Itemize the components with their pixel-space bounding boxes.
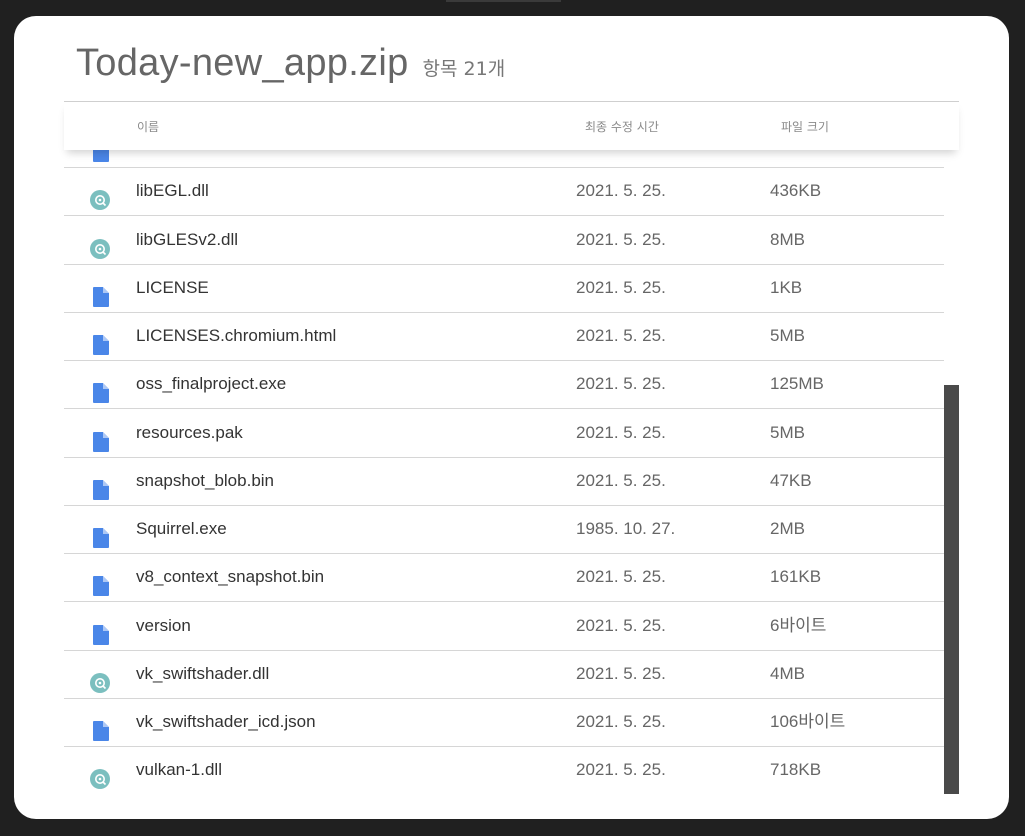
file-modified-date: 2021. 5. 25.	[576, 422, 666, 442]
window-top-edge	[446, 0, 561, 2]
file-name: Squirrel.exe	[136, 519, 227, 538]
file-name: libGLESv2.dll	[136, 229, 239, 249]
file-row[interactable]: resources.pak 2021. 5. 25. 5MB	[64, 409, 944, 458]
file-icon	[90, 149, 110, 167]
file-size: 8MB	[770, 229, 805, 249]
file-name: vk_swiftshader.dll	[136, 663, 270, 683]
file-modified-date: 2021. 5. 25.	[576, 374, 666, 394]
file-modified-date: 2021. 5. 25.	[576, 277, 666, 297]
file-modified-date: 2021. 5. 25.	[576, 326, 666, 345]
file-size: 436KB	[770, 181, 822, 201]
title-row: Today-new_app.zip 항목 21개	[76, 42, 505, 92]
file-size: 718KB	[770, 760, 822, 780]
file-modified-date: 2021. 5. 25.	[576, 712, 666, 731]
file-size: 6바이트	[770, 615, 827, 635]
file-size: 5MB	[770, 326, 805, 345]
file-icon	[90, 602, 110, 650]
file-row[interactable]: libGLESv2.dll 2021. 5. 25. 8MB	[64, 216, 944, 265]
file-icon	[90, 698, 110, 746]
file-size: 161KB	[770, 567, 822, 587]
column-modified-header[interactable]: 최종 수정 시간	[585, 118, 659, 135]
scrollbar-thumb[interactable]	[944, 385, 959, 794]
file-name: v8_context_snapshot.bin	[136, 567, 325, 587]
file-row[interactable]: LICENSE 2021. 5. 25. 1KB	[64, 264, 944, 313]
file-modified-date: 2021. 5. 25.	[576, 663, 666, 683]
file-row[interactable]: snapshot_blob.bin 2021. 5. 25. 47KB	[64, 457, 944, 506]
file-icon	[90, 505, 110, 553]
file-row[interactable]	[64, 149, 944, 168]
dll-icon	[90, 216, 110, 264]
item-count: 항목 21개	[422, 58, 506, 80]
dll-icon	[90, 167, 110, 215]
file-row[interactable]: vulkan-1.dll 2021. 5. 25. 718KB	[64, 746, 944, 794]
file-name: snapshot_blob.bin	[136, 470, 275, 490]
file-modified-date: 2021. 5. 25.	[576, 615, 666, 635]
file-name: oss_finalproject.exe	[136, 374, 287, 394]
file-name: LICENSES.chromium.html	[136, 326, 337, 345]
file-list: libEGL.dll 2021. 5. 25. 436KB libGLESv2.dll…	[64, 149, 944, 794]
file-name: LICENSE	[136, 277, 209, 297]
file-row[interactable]: libEGL.dll 2021. 5. 25. 436KB	[64, 167, 944, 217]
file-name: vk_swiftshader_icd.json	[136, 712, 316, 731]
file-modified-date: 2021. 5. 25.	[576, 181, 666, 201]
file-modified-date: 2021. 5. 25.	[576, 760, 666, 780]
file-icon	[90, 360, 110, 408]
file-row[interactable]: version 2021. 5. 25. 6바이트	[64, 602, 944, 651]
file-size: 125MB	[770, 374, 824, 394]
file-row[interactable]: vk_swiftshader_icd.json 2021. 5. 25. 106바이…	[64, 698, 944, 747]
file-size: 1KB	[770, 277, 803, 297]
file-row[interactable]: oss_finalproject.exe 2021. 5. 25. 125MB	[64, 360, 944, 410]
dll-icon	[90, 650, 110, 698]
file-modified-date: 2021. 5. 25.	[576, 567, 666, 587]
file-modified-date: 2021. 5. 25.	[576, 229, 666, 249]
file-icon	[90, 553, 110, 601]
file-modified-date: 1985. 10. 27.	[576, 519, 676, 538]
file-size: 2MB	[770, 519, 805, 538]
column-name-header[interactable]: 이름	[137, 118, 159, 135]
file-row[interactable]: Squirrel.exe 1985. 10. 27. 2MB	[64, 505, 944, 554]
file-size: 4MB	[770, 663, 805, 683]
file-icon	[90, 409, 110, 457]
file-name: version	[136, 615, 191, 635]
file-row[interactable]: v8_context_snapshot.bin 2021. 5. 25. 161KB	[64, 553, 944, 603]
file-size: 47KB	[770, 470, 812, 490]
column-size-header[interactable]: 파일 크기	[781, 118, 829, 135]
file-size: 5MB	[770, 422, 805, 442]
file-row[interactable]: LICENSES.chromium.html 2021. 5. 25. 5MB	[64, 312, 944, 361]
file-modified-date: 2021. 5. 25.	[576, 470, 666, 490]
file-icon	[90, 457, 110, 505]
file-icon	[90, 264, 110, 312]
zip-viewer-dialog: Today-new_app.zip 항목 21개 이름 최종 수정 시간 파일 …	[14, 16, 1009, 819]
file-icon	[90, 312, 110, 360]
dll-icon	[90, 746, 110, 794]
file-row[interactable]: vk_swiftshader.dll 2021. 5. 25. 4MB	[64, 650, 944, 699]
file-name: resources.pak	[136, 422, 243, 442]
file-name: libEGL.dll	[136, 181, 209, 201]
archive-title: Today-new_app.zip	[76, 42, 409, 84]
file-name: vulkan-1.dll	[136, 760, 222, 780]
column-header: 이름 최종 수정 시간 파일 크기	[64, 101, 959, 150]
file-size: 106바이트	[770, 712, 846, 731]
